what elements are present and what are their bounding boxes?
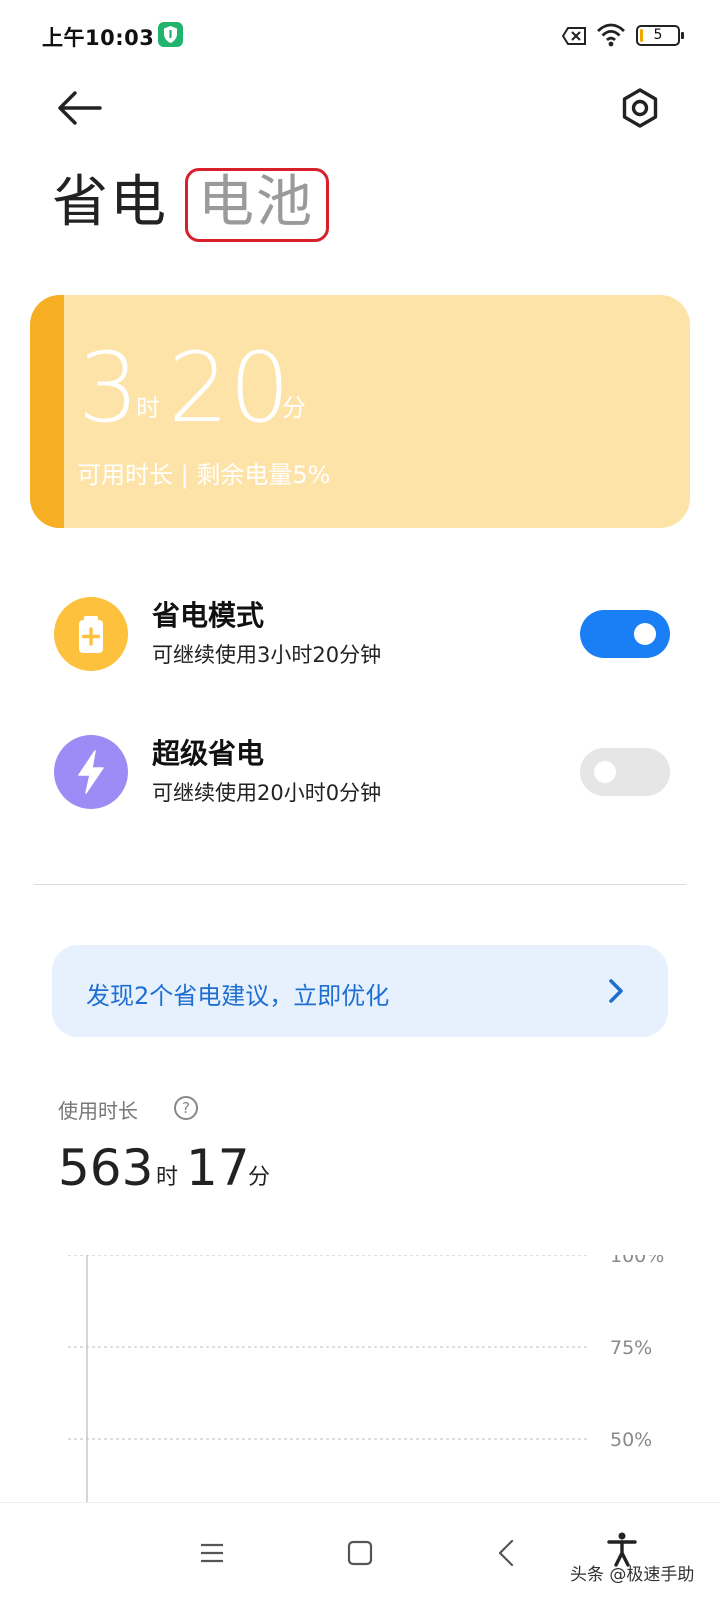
suggestion-text: 发现2个省电建议，立即优化 <box>86 982 390 1010</box>
page-title: 省电 <box>52 170 168 235</box>
wifi-icon <box>596 22 626 48</box>
battery-info-text: 可用时长 | 剩余电量5% <box>77 461 331 489</box>
ultra-saving-toggle[interactable] <box>580 748 670 796</box>
mode-desc: 可继续使用20小时0分钟 <box>152 781 382 805</box>
usage-minutes: 17 <box>186 1139 250 1197</box>
back-nav-icon[interactable] <box>490 1535 526 1571</box>
usage-label: 使用时长 <box>58 1099 138 1123</box>
usage-minutes-unit: 分 <box>248 1165 271 1190</box>
remaining-hours: 3 <box>78 332 140 444</box>
toggle-knob <box>594 761 616 783</box>
usage-hours-unit: 时 <box>156 1165 179 1190</box>
power-saving-toggle[interactable] <box>580 610 670 658</box>
remaining-hours-unit: 时 <box>136 394 160 422</box>
watermark: 头条 @极速手助 <box>570 1565 695 1585</box>
menu-icon[interactable] <box>194 1535 230 1571</box>
help-icon[interactable]: ? <box>174 1096 198 1120</box>
gear-icon <box>622 88 658 128</box>
shield-icon <box>158 22 183 47</box>
mode-desc: 可继续使用3小时20分钟 <box>152 643 382 667</box>
battery-level-strip <box>30 295 64 528</box>
chart-y-tick-label: 100% <box>610 1255 664 1267</box>
chart-y-tick-label: 75% <box>610 1337 652 1359</box>
settings-button[interactable] <box>618 86 662 130</box>
status-bar: 上午10:03 5 <box>0 0 720 70</box>
lightning-icon <box>54 735 128 809</box>
remaining-minutes-unit: 分 <box>282 394 306 422</box>
optimization-suggestion-banner[interactable]: 发现2个省电建议，立即优化 <box>52 945 668 1037</box>
mode-title: 省电模式 <box>152 599 265 632</box>
remaining-minutes: 20 <box>168 332 291 444</box>
battery-level-text: 5 <box>653 27 663 43</box>
page-title-secondary: 电池 <box>198 170 314 235</box>
toggle-knob <box>634 623 656 645</box>
status-time: 上午10:03 <box>42 26 155 50</box>
divider <box>34 884 686 885</box>
power-saving-mode-row[interactable]: 省电模式 可继续使用3小时20分钟 <box>0 584 720 684</box>
battery-level-chart: 100% 75% 50% <box>68 1255 664 1505</box>
battery-plus-icon <box>54 597 128 671</box>
mode-title: 超级省电 <box>152 737 265 770</box>
chart-y-tick-label: 50% <box>610 1429 652 1451</box>
arrow-left-icon <box>58 91 102 125</box>
navigation-bar <box>0 1502 720 1600</box>
back-button[interactable] <box>56 88 104 128</box>
no-sim-icon <box>561 26 588 46</box>
home-icon[interactable] <box>342 1535 378 1571</box>
battery-indicator: 5 <box>636 25 684 46</box>
ultra-saving-mode-row[interactable]: 超级省电 可继续使用20小时0分钟 <box>0 722 720 822</box>
usage-hours: 563 <box>58 1139 154 1197</box>
chevron-right-icon <box>609 979 623 1003</box>
